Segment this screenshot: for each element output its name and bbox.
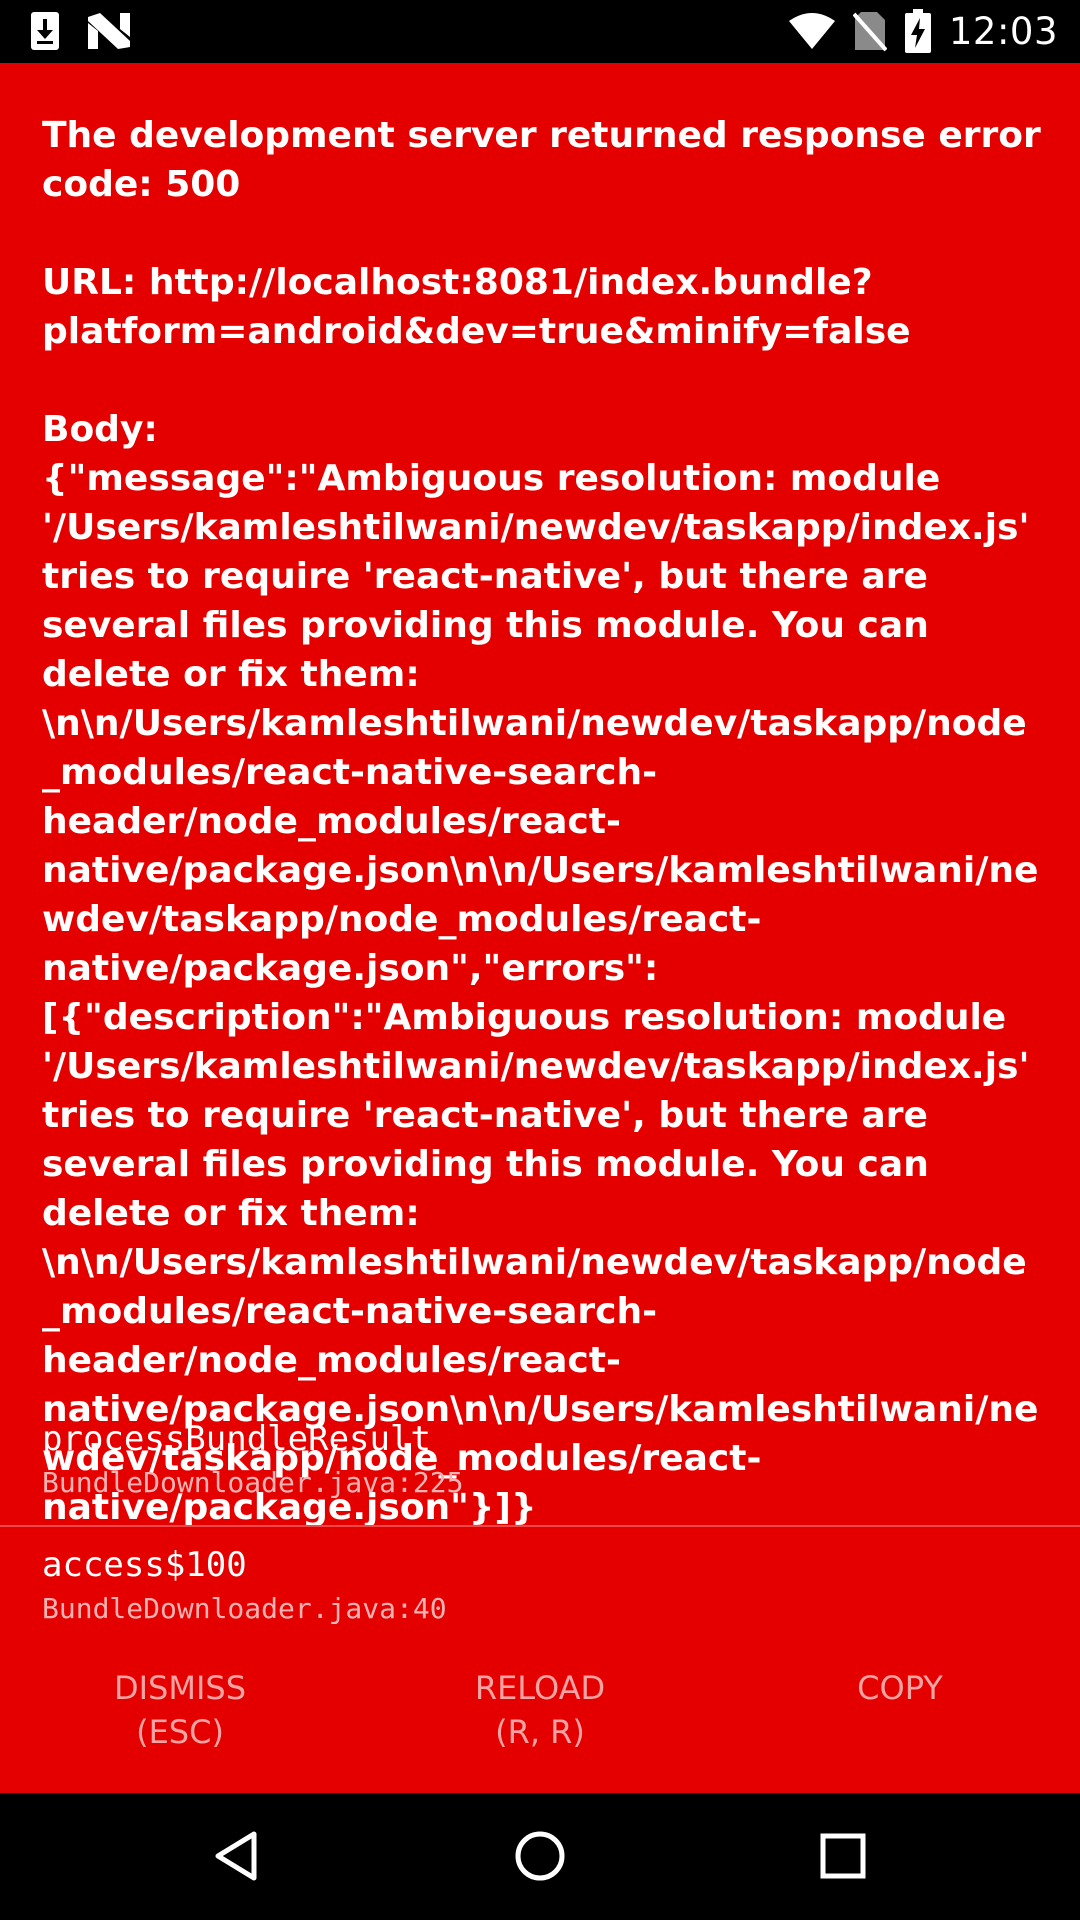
- back-button[interactable]: [196, 1823, 276, 1889]
- download-icon: [30, 11, 60, 51]
- navigation-bar: [0, 1793, 1080, 1920]
- dismiss-label: DISMISS: [113, 1669, 247, 1707]
- status-bar: 12:03: [0, 0, 1080, 63]
- reload-label: RELOAD: [474, 1669, 606, 1707]
- stack-frame[interactable]: processBundleResult BundleDownloader.jav…: [0, 1401, 1080, 1525]
- home-button[interactable]: [500, 1823, 580, 1889]
- redbox-error-screen: The development server returned response…: [0, 63, 1080, 1793]
- dismiss-shortcut: (ESC): [136, 1713, 224, 1751]
- dismiss-button[interactable]: DISMISS (ESC): [0, 1666, 360, 1776]
- no-sim-icon: [852, 10, 887, 52]
- battery-charging-icon: [904, 9, 931, 53]
- copy-label: COPY: [857, 1669, 943, 1707]
- home-icon: [514, 1830, 566, 1882]
- stack-frame-method: access$100: [42, 1545, 247, 1585]
- n-notification-icon: [88, 13, 130, 49]
- error-message: The development server returned response…: [42, 115, 1041, 1528]
- stack-frame-file: BundleDownloader.java:40: [42, 1592, 447, 1625]
- reload-button[interactable]: RELOAD (R, R): [360, 1666, 720, 1776]
- reload-shortcut: (R, R): [495, 1713, 585, 1751]
- wifi-icon: [788, 13, 835, 49]
- stack-frame-file: BundleDownloader.java:225: [42, 1466, 464, 1499]
- stack-trace: processBundleResult BundleDownloader.jav…: [0, 1401, 1080, 1649]
- stack-frame-method: processBundleResult: [42, 1419, 431, 1459]
- recents-icon: [820, 1833, 866, 1879]
- stack-frame[interactable]: access$100 BundleDownloader.java:40: [0, 1525, 1080, 1649]
- recents-button[interactable]: [803, 1823, 883, 1889]
- back-icon: [214, 1831, 258, 1881]
- copy-button[interactable]: COPY: [720, 1666, 1080, 1776]
- action-buttons: DISMISS (ESC) RELOAD (R, R) COPY: [0, 1666, 1080, 1776]
- clock: 12:03: [948, 9, 1058, 53]
